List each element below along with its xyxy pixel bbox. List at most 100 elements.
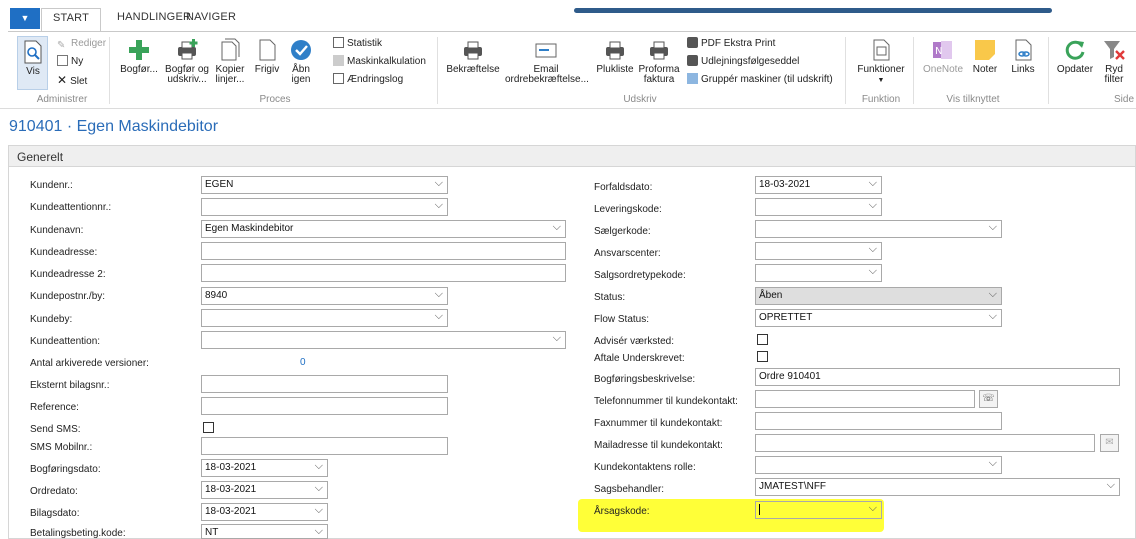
- pdf-ekstra-print-button[interactable]: PDF Ekstra Print: [687, 37, 775, 49]
- bogfor-udskriv-button[interactable]: Bogfør og udskriv...: [164, 38, 210, 85]
- faxnummer-field[interactable]: [755, 412, 1002, 430]
- kundenr-field[interactable]: EGEN ⌵: [201, 176, 448, 194]
- kundeattentionnr-field[interactable]: ⌵: [201, 198, 448, 216]
- chevron-down-icon[interactable]: ⌵: [553, 221, 561, 234]
- chevron-down-icon[interactable]: ⌵: [869, 502, 877, 515]
- mailadresse-field[interactable]: [755, 434, 1095, 452]
- email-ordrebekraeftelse-button[interactable]: Email ordrebekræftelse...: [505, 38, 589, 85]
- forfaldsdato-field[interactable]: 18-03-2021 ⌵: [755, 176, 882, 194]
- chevron-down-icon[interactable]: ⌵: [435, 199, 443, 212]
- link-icon: [1015, 39, 1032, 61]
- label-saelgerkode: Sælgerkode:: [594, 226, 651, 237]
- bogforingsbeskrivelse-field[interactable]: Ordre 910401: [755, 368, 1120, 386]
- kundepostnr-field[interactable]: 8940 ⌵: [201, 287, 448, 305]
- chevron-down-icon[interactable]: ⌵: [553, 332, 561, 345]
- chevron-down-icon[interactable]: ⌵: [315, 504, 323, 517]
- chevron-down-icon[interactable]: ⌵: [869, 177, 877, 190]
- rediger-button[interactable]: ✎ Rediger: [57, 38, 106, 51]
- slet-button[interactable]: ✕ Slet: [57, 73, 87, 87]
- ny-button[interactable]: Ny: [57, 55, 83, 67]
- status-field[interactable]: Åben ⌵: [755, 287, 1002, 305]
- telefonnummer-field[interactable]: [755, 390, 975, 408]
- links-button[interactable]: Links: [1008, 38, 1038, 75]
- refresh-icon: [1065, 40, 1085, 60]
- kundeattention-field[interactable]: ⌵: [201, 331, 566, 349]
- window-title-bar: [574, 8, 1052, 13]
- maskinkalkulation-button[interactable]: Maskinkalkulation: [333, 55, 426, 67]
- kundekontaktens-rolle-field[interactable]: ⌵: [755, 456, 1002, 474]
- group-administrer: Administrer: [36, 94, 88, 105]
- chevron-down-icon[interactable]: ⌵: [315, 460, 323, 473]
- chevron-down-icon[interactable]: ⌵: [435, 310, 443, 323]
- label-arsagskode: Årsagskode:: [594, 506, 650, 517]
- bogfor-button[interactable]: Bogfør...: [116, 38, 162, 75]
- funktioner-button[interactable]: Funktioner ▼: [853, 38, 909, 86]
- chevron-down-icon[interactable]: ⌵: [435, 288, 443, 301]
- tab-start[interactable]: START: [41, 8, 102, 32]
- sms-mobilnr-field[interactable]: [201, 437, 448, 455]
- aftale-underskrevet-checkbox[interactable]: [757, 351, 768, 362]
- kundeadresse2-field[interactable]: [201, 264, 566, 282]
- chevron-down-icon[interactable]: ⌵: [869, 265, 877, 278]
- salgsordretypekode-field[interactable]: ⌵: [755, 264, 882, 282]
- statistik-button[interactable]: Statistik: [333, 37, 382, 49]
- noter-button[interactable]: Noter: [968, 38, 1002, 75]
- kundeadresse-field[interactable]: [201, 242, 566, 260]
- leveringskode-field[interactable]: ⌵: [755, 198, 882, 216]
- label-arkiverede-versioner: Antal arkiverede versioner:: [30, 358, 149, 369]
- adviser-vaerksted-checkbox[interactable]: [757, 334, 768, 345]
- fasttab-header[interactable]: Generelt: [9, 146, 1135, 167]
- send-email-icon[interactable]: ✉: [1100, 434, 1119, 452]
- group-icon: [687, 73, 698, 84]
- chevron-down-icon[interactable]: ⌵: [1107, 479, 1115, 492]
- label-faxnummer: Faxnummer til kundekontakt:: [594, 418, 723, 429]
- phone-call-icon[interactable]: ☏: [979, 390, 998, 408]
- bekraeftelse-button[interactable]: Bekræftelse: [445, 38, 501, 75]
- arsagskode-field[interactable]: ⌵: [755, 501, 882, 519]
- aendringslog-button[interactable]: Ændringslog: [333, 73, 403, 85]
- proforma-faktura-button[interactable]: Proforma faktura: [636, 38, 682, 85]
- tab-handlinger[interactable]: HANDLINGER: [117, 11, 191, 23]
- send-sms-checkbox[interactable]: [203, 422, 214, 433]
- delete-icon: ✕: [57, 73, 68, 87]
- abn-igen-button[interactable]: Åbn igen: [286, 38, 316, 85]
- ordredato-field[interactable]: 18-03-2021 ⌵: [201, 481, 328, 499]
- chevron-down-icon[interactable]: ⌵: [315, 482, 323, 495]
- onenote-button[interactable]: N OneNote: [920, 38, 966, 75]
- label-ansvarscenter: Ansvarscenter:: [594, 248, 661, 259]
- chevron-down-icon[interactable]: ⌵: [869, 243, 877, 256]
- reference-field[interactable]: [201, 397, 448, 415]
- bilagsdato-field[interactable]: 18-03-2021 ⌵: [201, 503, 328, 521]
- kundenavn-field[interactable]: Egen Maskindebitor ⌵: [201, 220, 566, 238]
- bogforingsdato-field[interactable]: 18-03-2021 ⌵: [201, 459, 328, 477]
- kopier-linjer-button[interactable]: Kopier linjer...: [212, 38, 248, 85]
- app-menu-button[interactable]: ▼: [10, 8, 40, 29]
- chevron-down-icon[interactable]: ⌵: [989, 457, 997, 470]
- ryd-filter-button[interactable]: Ryd filter: [1098, 38, 1130, 85]
- opdater-button[interactable]: Opdater: [1054, 38, 1096, 75]
- group-funktion: Funktion: [861, 94, 901, 105]
- arkiverede-versioner-link[interactable]: 0: [300, 357, 306, 368]
- tab-naviger[interactable]: NAVIGER: [186, 11, 236, 23]
- vis-button[interactable]: Vis: [18, 40, 48, 77]
- chevron-down-icon[interactable]: ⌵: [315, 525, 323, 538]
- chevron-down-icon[interactable]: ⌵: [989, 221, 997, 234]
- chevron-down-icon: ▼: [877, 77, 885, 84]
- kundeby-field[interactable]: ⌵: [201, 309, 448, 327]
- grupper-maskiner-button[interactable]: Gruppér maskiner (til udskrift): [687, 73, 833, 85]
- ansvarscenter-field[interactable]: ⌵: [755, 242, 882, 260]
- chevron-down-icon[interactable]: ⌵: [989, 288, 997, 301]
- chevron-down-icon[interactable]: ⌵: [989, 310, 997, 323]
- saelgerkode-field[interactable]: ⌵: [755, 220, 1002, 238]
- plukliste-button[interactable]: Plukliste: [592, 38, 638, 75]
- label-aftale-underskrevet: Aftale Underskrevet:: [594, 353, 685, 364]
- eksternt-bilagsnr-field[interactable]: [201, 375, 448, 393]
- chevron-down-icon[interactable]: ⌵: [869, 199, 877, 212]
- udlejningsfolgeseddel-button[interactable]: Udlejningsfølgeseddel: [687, 55, 799, 67]
- separator: [1048, 37, 1049, 104]
- flow-status-field[interactable]: OPRETTET ⌵: [755, 309, 1002, 327]
- sagsbehandler-field[interactable]: JMATEST\NFF ⌵: [755, 478, 1120, 496]
- frigiv-button[interactable]: Frigiv: [250, 38, 284, 75]
- betalingsbeting-field[interactable]: NT ⌵: [201, 524, 328, 539]
- chevron-down-icon[interactable]: ⌵: [435, 177, 443, 190]
